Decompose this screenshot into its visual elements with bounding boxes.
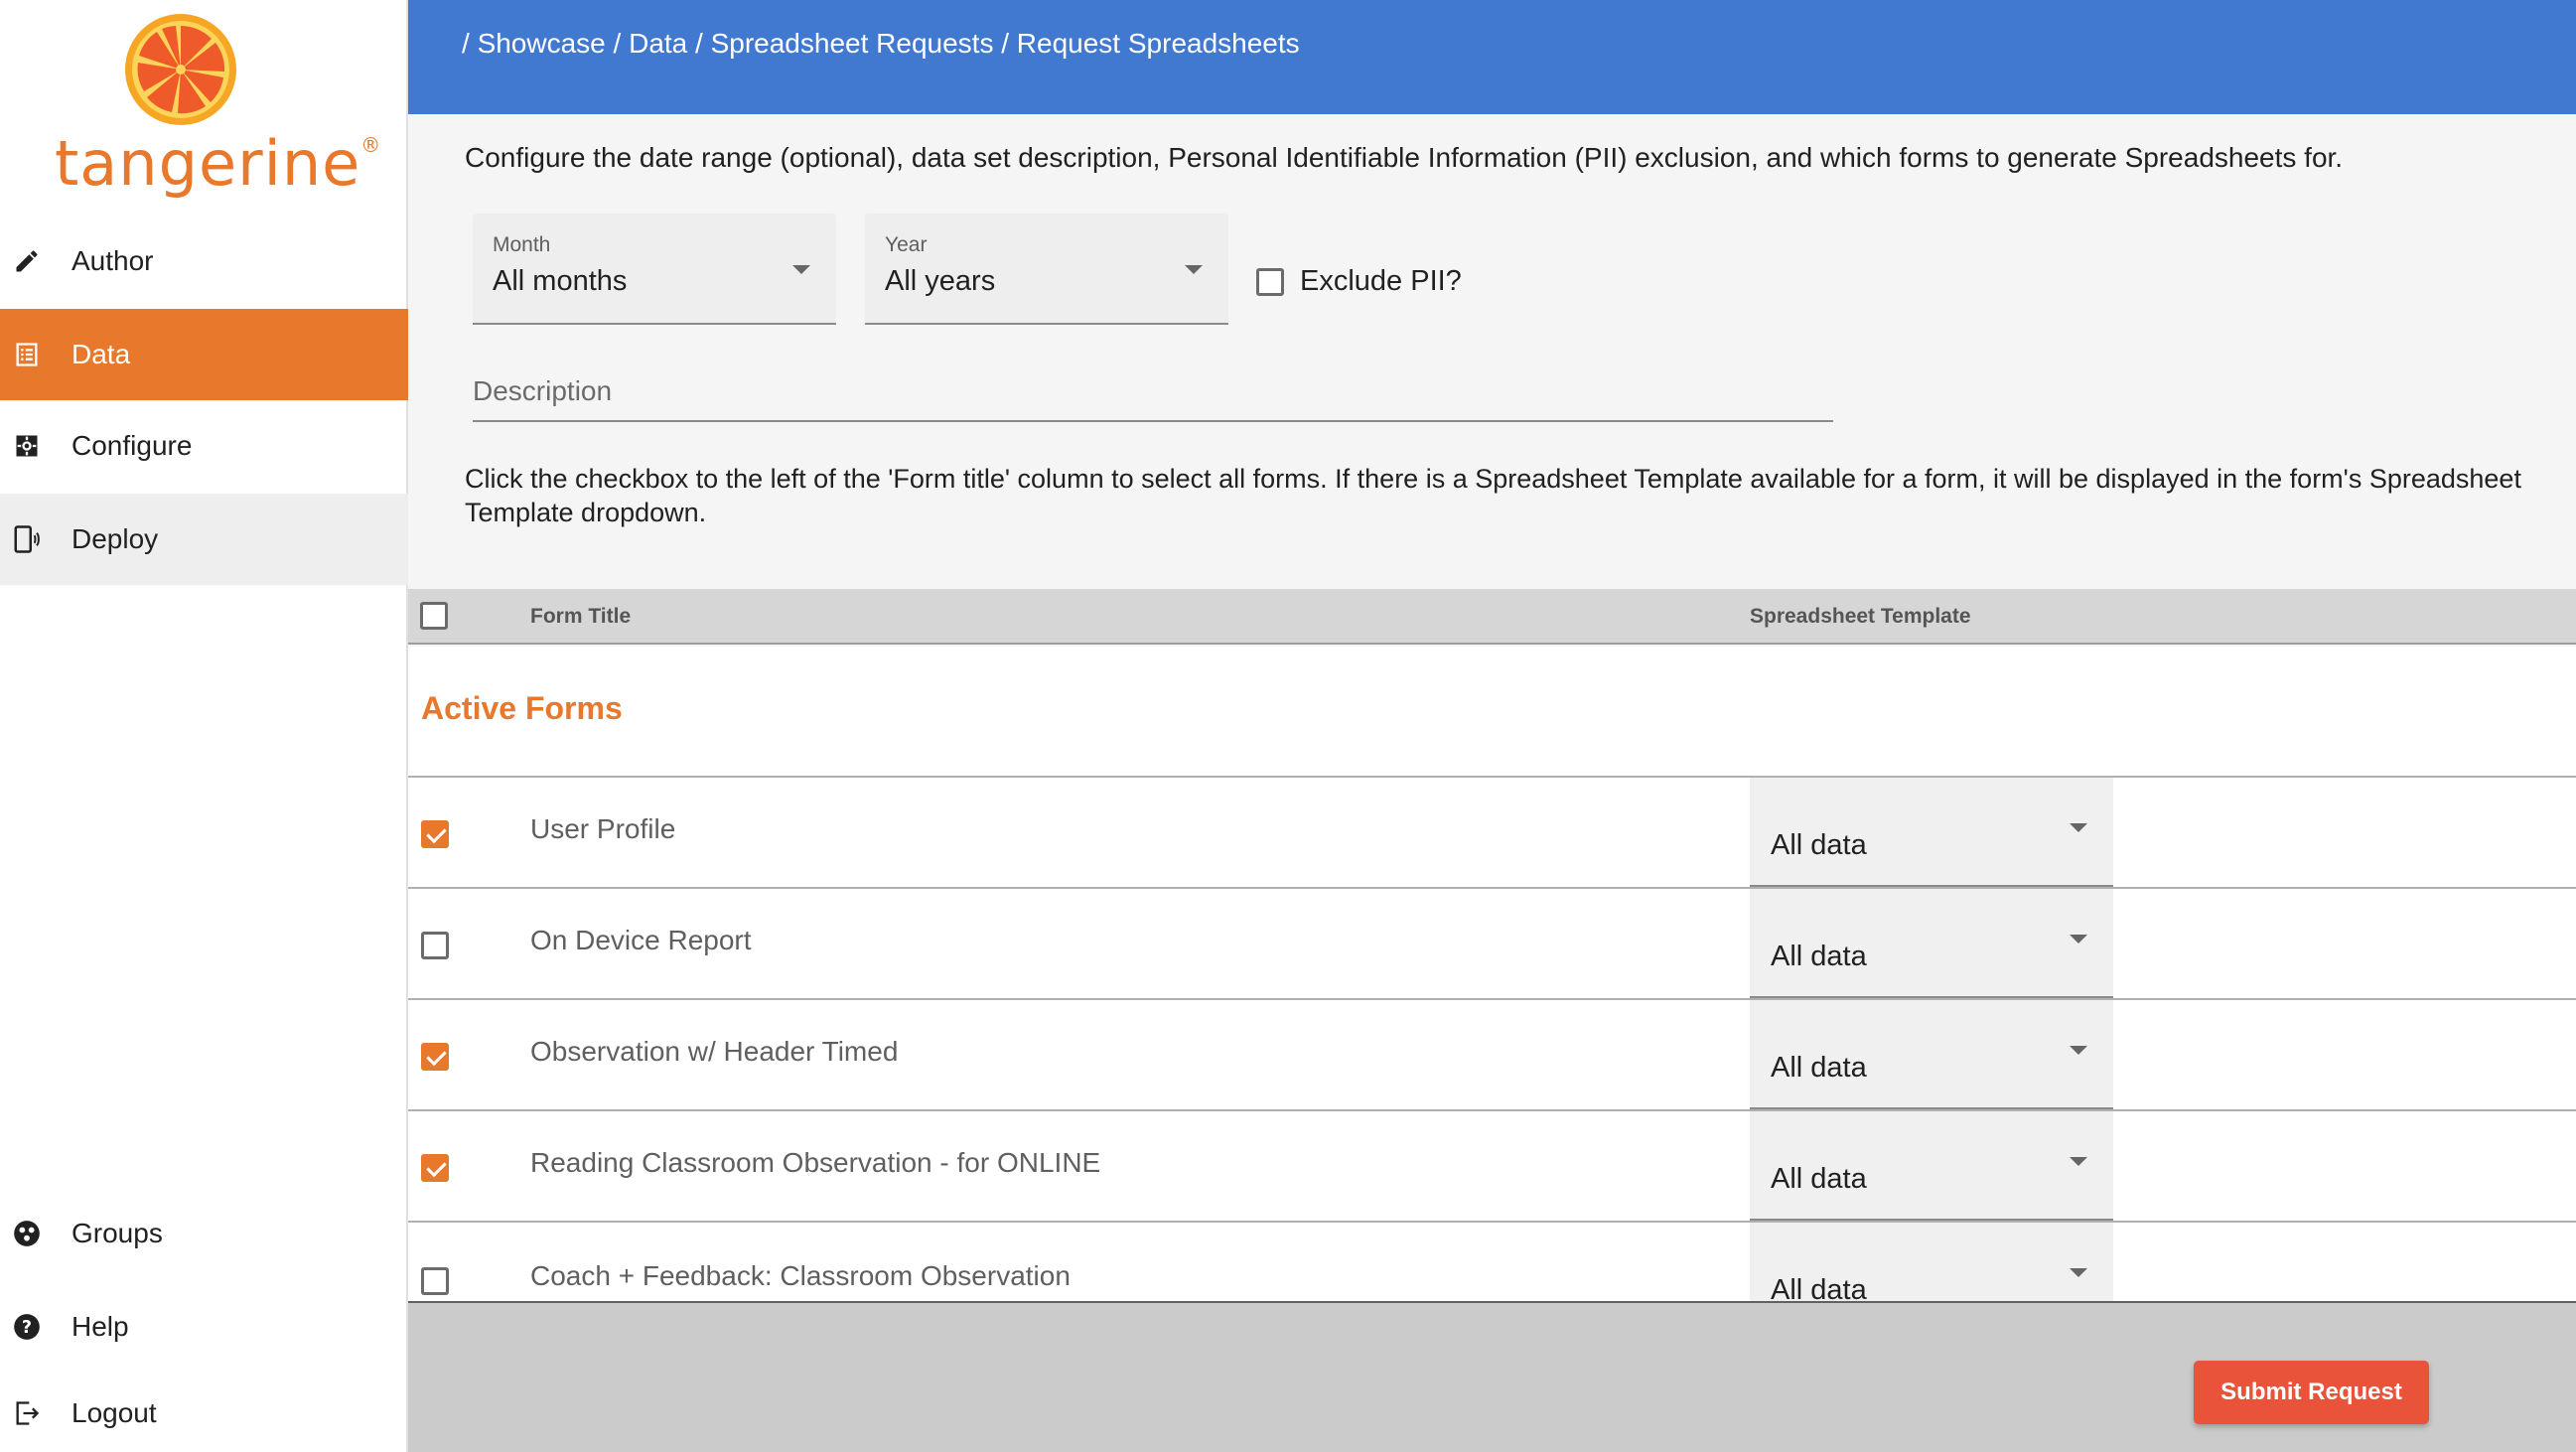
select-all-checkbox[interactable] (420, 602, 448, 630)
form-checkbox[interactable] (421, 1154, 449, 1182)
sidebar-item-logout[interactable]: Logout (0, 1375, 408, 1452)
sidebar: tangerine® Author Data Configure Deploy … (0, 0, 408, 1452)
tangerine-fruit-icon (125, 14, 236, 125)
sidebar-item-label: Help (72, 1311, 129, 1342)
breadcrumb-spreadsheet-requests[interactable]: Spreadsheet Requests (711, 28, 994, 59)
breadcrumb: / Showcase / Data / Spreadsheet Requests… (462, 28, 1300, 59)
form-checkbox[interactable] (421, 820, 449, 848)
template-value: All data (1771, 829, 1867, 861)
form-title: On Device Report (530, 925, 752, 955)
dropdown-arrow-icon (1185, 265, 1203, 274)
description-input[interactable] (473, 363, 1833, 420)
svg-text:?: ? (22, 1318, 32, 1338)
form-checkbox[interactable] (421, 932, 449, 959)
dropdown-arrow-icon (792, 265, 810, 274)
sidebar-item-groups[interactable]: Groups (0, 1188, 408, 1279)
year-label: Year (885, 233, 928, 256)
main-content: Configure the date range (optional), dat… (408, 114, 2576, 1452)
template-value: All data (1771, 941, 1867, 972)
form-checkbox[interactable] (421, 1267, 449, 1295)
breadcrumb-showcase[interactable]: Showcase (478, 28, 606, 59)
sidebar-item-label: Logout (72, 1397, 157, 1428)
pencil-icon (12, 246, 42, 276)
month-label: Month (493, 233, 551, 256)
sidebar-item-help[interactable]: ? Help (0, 1281, 408, 1373)
sidebar-item-label: Data (72, 339, 131, 369)
logout-icon (12, 1398, 42, 1428)
sidebar-item-label: Configure (72, 430, 193, 461)
form-checkbox[interactable] (421, 1043, 449, 1071)
sidebar-item-label: Deploy (72, 523, 159, 554)
form-title: Reading Classroom Observation - for ONLI… (530, 1147, 1101, 1178)
year-value: All years (885, 265, 996, 297)
sidebar-item-author[interactable]: Author (0, 216, 408, 307)
table-row: User Profile All data (408, 778, 2576, 889)
form-title: User Profile (530, 813, 676, 844)
help-icon: ? (12, 1312, 42, 1342)
groups-icon (12, 1219, 42, 1248)
table-row: Reading Classroom Observation - for ONLI… (408, 1111, 2576, 1223)
submit-request-button[interactable]: Submit Request (2194, 1361, 2429, 1424)
section-title-active-forms: Active Forms (421, 690, 623, 726)
exclude-pii-checkbox[interactable] (1256, 267, 1284, 296)
table-row: Coach + Feedback: Classroom Observation … (408, 1223, 2576, 1301)
spreadsheet-template-select[interactable]: All data (1750, 889, 2113, 998)
sidebar-item-configure[interactable]: Configure (0, 400, 408, 492)
breadcrumb-data[interactable]: Data (629, 28, 687, 59)
template-value: All data (1771, 1163, 1867, 1195)
settings-icon (12, 431, 42, 461)
spreadsheet-template-select[interactable]: All data (1750, 1111, 2113, 1221)
intro-text: Configure the date range (optional), dat… (465, 142, 2344, 173)
dropdown-arrow-icon (2070, 935, 2087, 944)
sidebar-item-data[interactable]: Data (0, 309, 408, 400)
template-value: All data (1771, 1274, 1867, 1301)
month-value: All months (493, 265, 628, 297)
list-icon (12, 340, 42, 369)
top-header: / Showcase / Data / Spreadsheet Requests… (408, 0, 2576, 114)
exclude-pii-label: Exclude PII? (1300, 265, 1462, 297)
select-forms-hint: Click the checkbox to the left of the 'F… (465, 464, 2521, 527)
spreadsheet-template-select[interactable]: All data (1750, 1223, 2113, 1301)
dropdown-arrow-icon (2070, 1046, 2087, 1055)
footer-bar: Submit Request (408, 1301, 2576, 1452)
dropdown-arrow-icon (2070, 823, 2087, 832)
year-select[interactable]: Year All years (865, 214, 1228, 325)
template-value: All data (1771, 1052, 1867, 1084)
table-row: Observation w/ Header Timed All data (408, 1000, 2576, 1111)
tangerine-logo[interactable]: tangerine® (55, 10, 382, 200)
forms-table-body: Active Forms User Profile All data On De… (408, 647, 2576, 1301)
sidebar-item-label: Groups (72, 1218, 163, 1248)
month-select[interactable]: Month All months (473, 214, 836, 325)
spreadsheet-template-select[interactable]: All data (1750, 1000, 2113, 1109)
description-field (473, 363, 1833, 422)
table-row: On Device Report All data (408, 889, 2576, 1000)
logo-wordmark: tangerine® (55, 127, 382, 200)
forms-table-header: Form Title Spreadsheet Template (408, 589, 2576, 645)
breadcrumb-request-spreadsheets: Request Spreadsheets (1016, 28, 1300, 59)
form-title: Observation w/ Header Timed (530, 1036, 899, 1067)
column-header-spreadsheet-template: Spreadsheet Template (1750, 605, 1971, 628)
spreadsheet-template-select[interactable]: All data (1750, 778, 2113, 887)
dropdown-arrow-icon (2070, 1157, 2087, 1166)
form-title: Coach + Feedback: Classroom Observation (530, 1260, 1071, 1291)
sidebar-item-label: Author (72, 245, 154, 276)
deploy-device-icon (12, 524, 42, 554)
sidebar-item-deploy[interactable]: Deploy (0, 494, 408, 585)
exclude-pii-option: Exclude PII? (1256, 265, 1462, 298)
dropdown-arrow-icon (2070, 1268, 2087, 1277)
column-header-form-title: Form Title (530, 605, 632, 628)
